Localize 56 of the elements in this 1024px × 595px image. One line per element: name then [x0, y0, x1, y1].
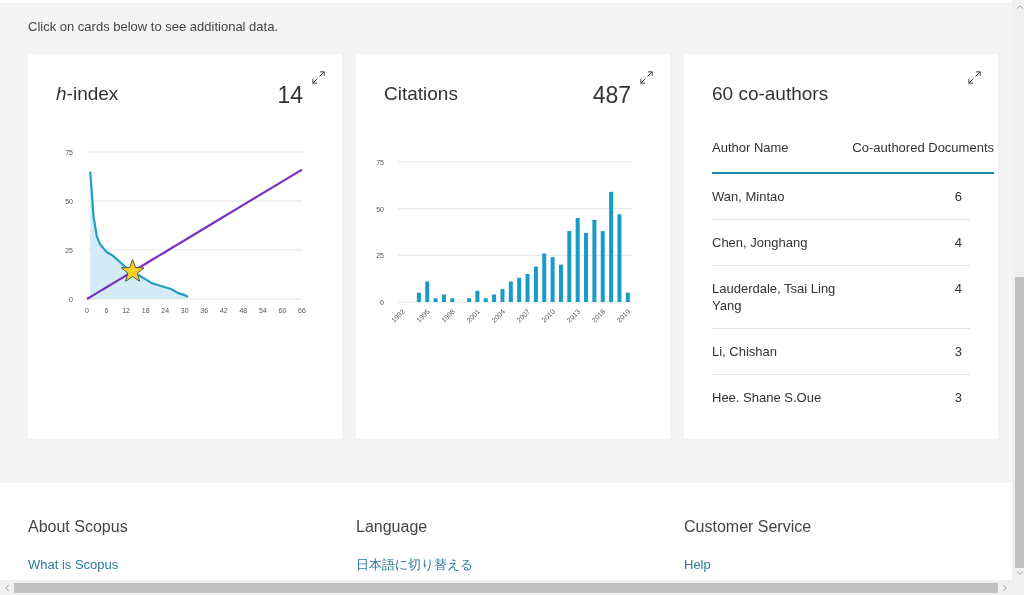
footer-link[interactable]: Help — [684, 554, 711, 574]
chart-bar — [475, 290, 480, 302]
expand-icon[interactable] — [639, 69, 654, 85]
chart-bar — [567, 231, 572, 302]
document-count: 6 — [954, 187, 962, 205]
author-name: Hee. Shane S.Oue — [712, 388, 823, 406]
scroll-up-icon[interactable] — [1014, 2, 1024, 12]
expand-icon[interactable] — [311, 69, 326, 85]
chart-bar — [425, 281, 430, 302]
column-header: Co-authored Documents — [852, 139, 994, 157]
chart-bar — [416, 292, 421, 302]
author-name: Chen, Jonghang — [712, 233, 809, 251]
footer-heading: Language — [356, 516, 429, 537]
card-value: 487 — [592, 80, 631, 110]
chart-bar — [467, 298, 472, 302]
author-name: Li, Chishan — [712, 342, 779, 360]
card-title: h-index — [56, 81, 119, 106]
document-count: 3 — [954, 388, 962, 406]
chart-bar — [441, 294, 446, 302]
card-value: 14 — [277, 80, 303, 110]
footer-heading: Customer Service — [684, 516, 813, 537]
chart-bar — [508, 281, 513, 302]
author-name: Lauderdale, Tsai Ling Yang — [712, 279, 837, 314]
metric-card[interactable]: 60 co-authors Author Name Co-authored Documents Wan, Mintao 6 Chen, Jonghang 4 Lauderdale, Tsai Ling Yang 4 Li, Chishan 3 Hee. Shane S.Oue 3 — [684, 53, 998, 439]
chart-bar — [625, 292, 630, 302]
chart-bar — [483, 298, 488, 302]
footer-heading: About Scopus — [28, 516, 129, 537]
chart-bar — [584, 232, 589, 302]
chart-bar — [542, 253, 547, 302]
horizontal-scrollbar[interactable] — [0, 580, 1012, 595]
scroll-down-icon[interactable] — [1014, 568, 1024, 578]
star-icon — [120, 259, 145, 282]
card-title: 60 co-authors — [712, 81, 829, 106]
chart-bar — [600, 231, 605, 302]
document-count: 4 — [954, 233, 962, 251]
chart-bar — [517, 277, 522, 302]
expand-icon[interactable] — [967, 69, 982, 85]
chart-bar — [450, 298, 455, 302]
chart-bar — [492, 294, 497, 302]
document-count: 4 — [954, 279, 962, 298]
scroll-right-icon[interactable] — [1000, 582, 1010, 593]
footer-link[interactable]: What is Scopus — [28, 554, 119, 574]
intro-text: Click on cards below to see additional data. — [28, 18, 280, 36]
document-count: 3 — [954, 342, 962, 360]
chart-bar — [550, 257, 555, 302]
chart-bar — [500, 288, 505, 302]
card-title: Citations — [384, 81, 458, 106]
chart-bar — [533, 266, 538, 302]
chart-bar — [558, 264, 563, 302]
chart-bar — [525, 274, 530, 302]
author-name: Wan, Mintao — [712, 187, 786, 205]
column-header: Author Name — [712, 139, 789, 157]
scroll-left-icon[interactable] — [2, 582, 12, 593]
chart-bar — [433, 298, 438, 302]
vertical-scrollbar[interactable] — [1012, 0, 1024, 595]
footer-link[interactable]: 日本語に切り替える — [356, 554, 473, 574]
